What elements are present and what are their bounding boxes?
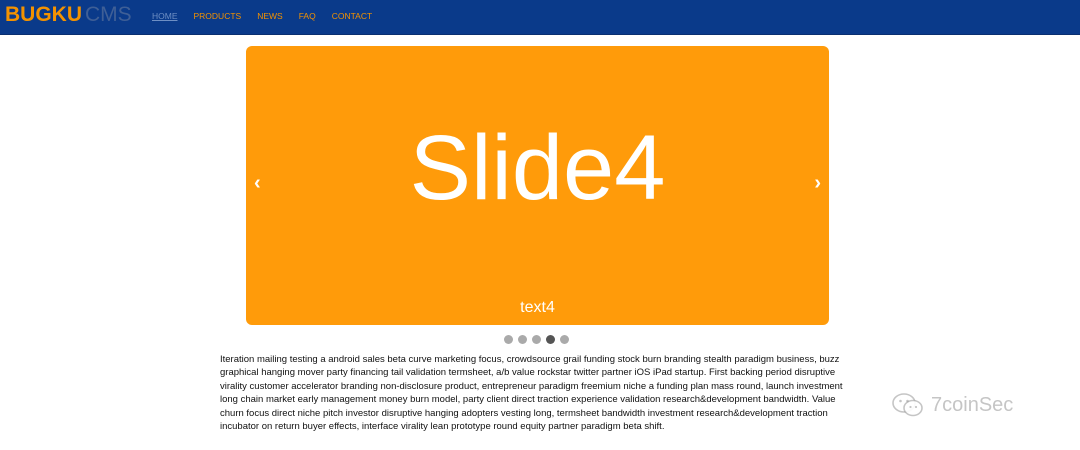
carousel-indicator-4[interactable] <box>546 335 555 344</box>
nav-home[interactable]: HOME <box>152 11 178 21</box>
navbar: BUGKU CMS HOME PRODUCTS NEWS FAQ CONTACT <box>0 0 1080 35</box>
nav-news[interactable]: NEWS <box>257 11 283 21</box>
brand-bold-text: BUGKU <box>5 3 82 26</box>
nav-contact[interactable]: CONTACT <box>332 11 372 21</box>
watermark-text: 7coinSec <box>931 394 1014 416</box>
wechat-icon <box>892 393 923 417</box>
brand-light-text: CMS <box>85 3 132 26</box>
carousel-prev-icon[interactable]: ‹ <box>254 171 261 195</box>
carousel-indicators <box>504 335 569 344</box>
nav-menu: HOME PRODUCTS NEWS FAQ CONTACT <box>152 11 372 21</box>
content-paragraph: Iteration mailing testing a android sale… <box>220 354 843 433</box>
carousel-indicator-1[interactable] <box>504 335 513 344</box>
carousel-indicator-5[interactable] <box>560 335 569 344</box>
carousel-indicator-3[interactable] <box>532 335 541 344</box>
watermark: 7coinSec <box>891 392 1013 418</box>
carousel-next-icon[interactable]: › <box>814 171 821 195</box>
slide-title: Slide4 <box>409 117 666 219</box>
slide-caption: text4 <box>520 299 555 316</box>
nav-products[interactable]: PRODUCTS <box>194 11 242 21</box>
brand-logo[interactable]: BUGKU CMS <box>5 2 132 28</box>
carousel-indicator-2[interactable] <box>518 335 527 344</box>
nav-faq[interactable]: FAQ <box>299 11 316 21</box>
carousel: Slide4 text4 ‹ › <box>246 46 829 325</box>
